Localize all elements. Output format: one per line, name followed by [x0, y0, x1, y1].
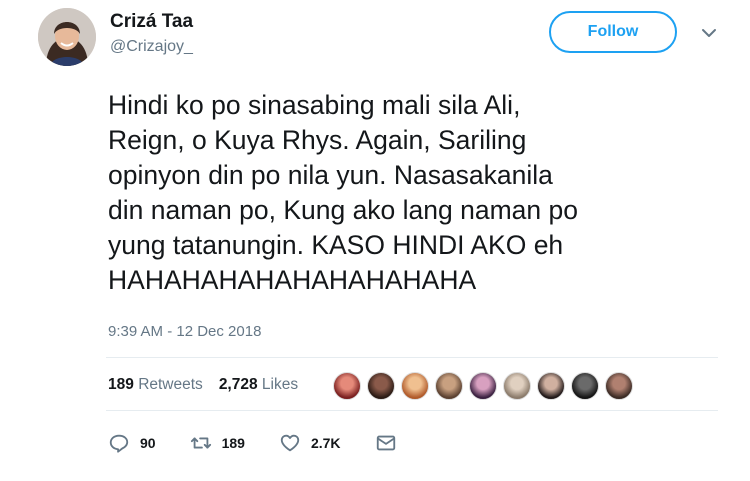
liker-avatars [333, 372, 633, 400]
liker-avatar[interactable] [605, 372, 633, 400]
avatar[interactable] [38, 8, 96, 66]
retweet-button[interactable]: 189 [190, 432, 245, 454]
tweet-actions: 90 189 2.7K [108, 432, 431, 454]
liker-avatar[interactable] [333, 372, 361, 400]
reply-button[interactable]: 90 [108, 432, 156, 454]
display-name[interactable]: Crizá Taa [110, 11, 193, 33]
envelope-icon [376, 435, 395, 451]
likes-stat[interactable]: 2,728 Likes [219, 376, 298, 394]
tweet-line: opinyon din po nila yun. Nasasakanila [108, 160, 553, 190]
direct-message-button[interactable] [375, 432, 397, 454]
tweet-line: Hindi ko po sinasabing mali sila Ali, [108, 90, 521, 120]
chevron-down-icon[interactable] [700, 24, 718, 42]
like-count: 2.7K [310, 435, 341, 451]
reply-icon [109, 434, 129, 453]
liker-avatar[interactable] [503, 372, 531, 400]
liker-avatar[interactable] [367, 372, 395, 400]
liker-avatar[interactable] [401, 372, 429, 400]
likes-stat-count: 2,728 [218, 376, 258, 393]
likes-stat-label: Likes [261, 376, 299, 393]
retweets-stat-label: Retweets [138, 376, 203, 393]
retweets-stat[interactable]: 189 Retweets [108, 376, 203, 394]
liker-avatar[interactable] [571, 372, 599, 400]
profile-photo [38, 8, 96, 66]
liker-avatar[interactable] [537, 372, 565, 400]
retweet-count: 189 [221, 435, 245, 451]
reply-count: 90 [140, 435, 156, 451]
like-button[interactable]: 2.7K [279, 432, 341, 454]
retweets-stat-count: 189 [108, 376, 134, 393]
divider [106, 357, 718, 358]
tweet-line: din naman po, Kung ako lang naman po [108, 195, 578, 225]
tweet-text: Hindi ko po sinasabing mali sila Ali, Re… [108, 88, 728, 298]
heart-icon [280, 434, 300, 452]
liker-avatar[interactable] [435, 372, 463, 400]
divider [106, 410, 718, 411]
follow-button[interactable]: Follow [549, 11, 677, 53]
liker-avatar[interactable] [469, 372, 497, 400]
tweet-stats: 189 Retweets 2,728 Likes [108, 376, 298, 394]
tweet-line: yung tatanungin. KASO HINDI AKO eh [108, 230, 564, 260]
retweet-icon [190, 437, 211, 449]
tweet-timestamp[interactable]: 9:39 AM - 12 Dec 2018 [108, 323, 261, 340]
user-handle[interactable]: @Crizajoy_ [110, 38, 193, 56]
tweet-line: HAHAHAHAHAHAHAHAHAHA [108, 265, 477, 295]
tweet-line: Reign, o Kuya Rhys. Again, Sariling [108, 125, 527, 155]
